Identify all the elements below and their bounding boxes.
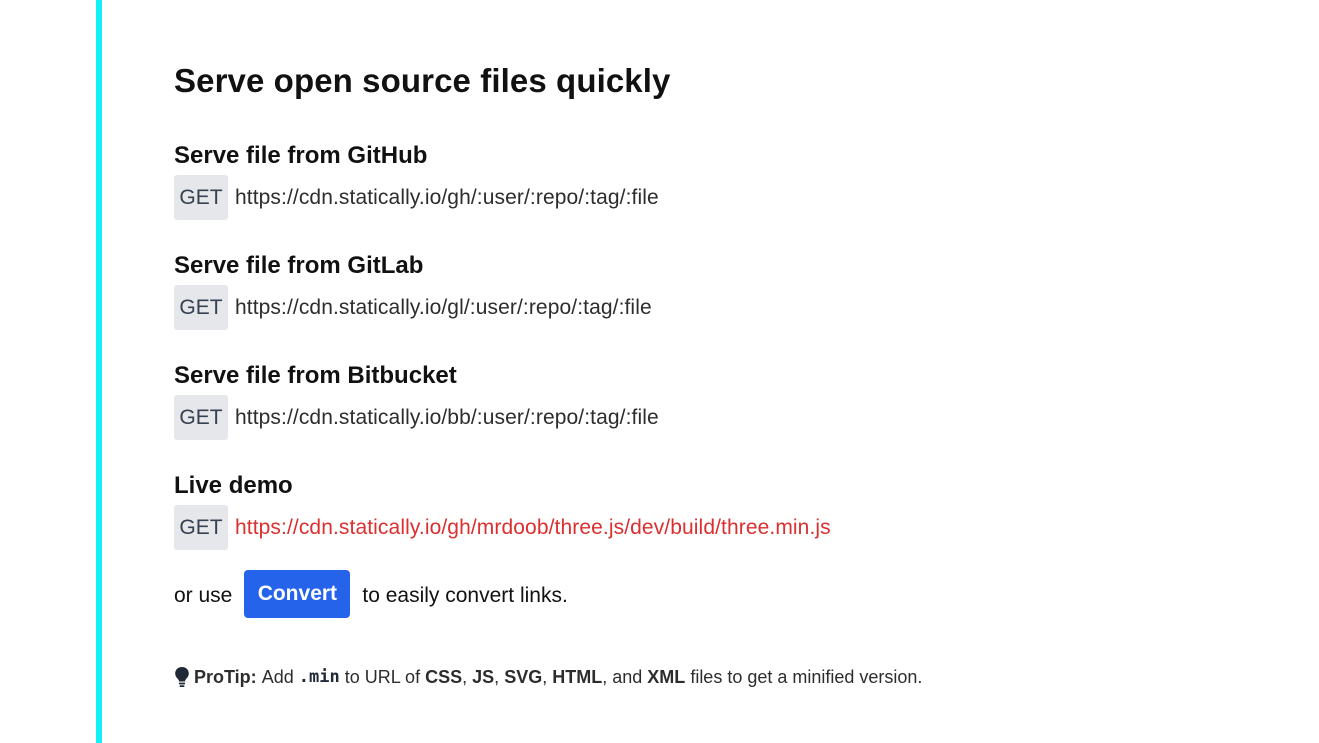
protip: ProTip: Add .min to URL of CSS, JS, SVG,… <box>174 666 1224 688</box>
convert-suffix: to easily convert links. <box>362 584 568 607</box>
method-badge: GET <box>174 395 228 440</box>
convert-row: or use Convert to easily convert links. <box>174 570 1224 620</box>
section-live-demo: Live demo GET https://cdn.statically.io/… <box>174 470 1224 550</box>
convert-prefix: or use <box>174 584 233 607</box>
protip-sep: , <box>462 666 468 687</box>
section-github: Serve file from GitHub GET https://cdn.s… <box>174 140 1224 220</box>
method-badge: GET <box>174 175 228 220</box>
section-title: Serve file from Bitbucket <box>174 362 457 389</box>
protip-css: CSS <box>425 666 463 687</box>
protip-label: ProTip: <box>194 666 257 687</box>
demo-link[interactable]: https://cdn.statically.io/gh/mrdoob/thre… <box>235 516 831 540</box>
main-content: Serve open source files quickly Serve fi… <box>174 58 1224 688</box>
section-title: Serve file from GitLab <box>174 252 424 279</box>
protip-sep: , <box>542 666 548 687</box>
protip-js: JS <box>472 666 495 687</box>
endpoint-url: https://cdn.statically.io/gl/:user/:repo… <box>235 295 652 319</box>
endpoint-row: GET https://cdn.statically.io/gl/:user/:… <box>174 285 1224 330</box>
section-title: Serve file from GitHub <box>174 142 428 169</box>
accent-bar <box>96 0 102 743</box>
method-badge: GET <box>174 505 228 550</box>
endpoint-url: https://cdn.statically.io/gh/:user/:repo… <box>235 185 659 209</box>
protip-xml: XML <box>647 666 686 687</box>
endpoint-row: GET https://cdn.statically.io/bb/:user/:… <box>174 395 1224 440</box>
section-bitbucket: Serve file from Bitbucket GET https://cd… <box>174 360 1224 440</box>
protip-text: Add <box>261 666 294 687</box>
section-gitlab: Serve file from GitLab GET https://cdn.s… <box>174 250 1224 330</box>
endpoint-url: https://cdn.statically.io/bb/:user/:repo… <box>235 405 659 429</box>
page-title: Serve open source files quickly <box>174 62 671 99</box>
section-title: Live demo <box>174 472 293 499</box>
protip-code: .min <box>298 667 340 687</box>
protip-text: to URL of <box>344 666 421 687</box>
endpoint-row: GET https://cdn.statically.io/gh/:user/:… <box>174 175 1224 220</box>
lightbulb-icon <box>175 667 189 687</box>
protip-sep: , <box>494 666 500 687</box>
protip-svg: SVG <box>504 666 543 687</box>
endpoint-row: GET https://cdn.statically.io/gh/mrdoob/… <box>174 505 1224 550</box>
protip-html: HTML <box>552 666 603 687</box>
method-badge: GET <box>174 285 228 330</box>
protip-text: files to get a minified version. <box>690 666 923 687</box>
protip-text: , and <box>602 666 643 687</box>
convert-button[interactable]: Convert <box>244 570 351 618</box>
